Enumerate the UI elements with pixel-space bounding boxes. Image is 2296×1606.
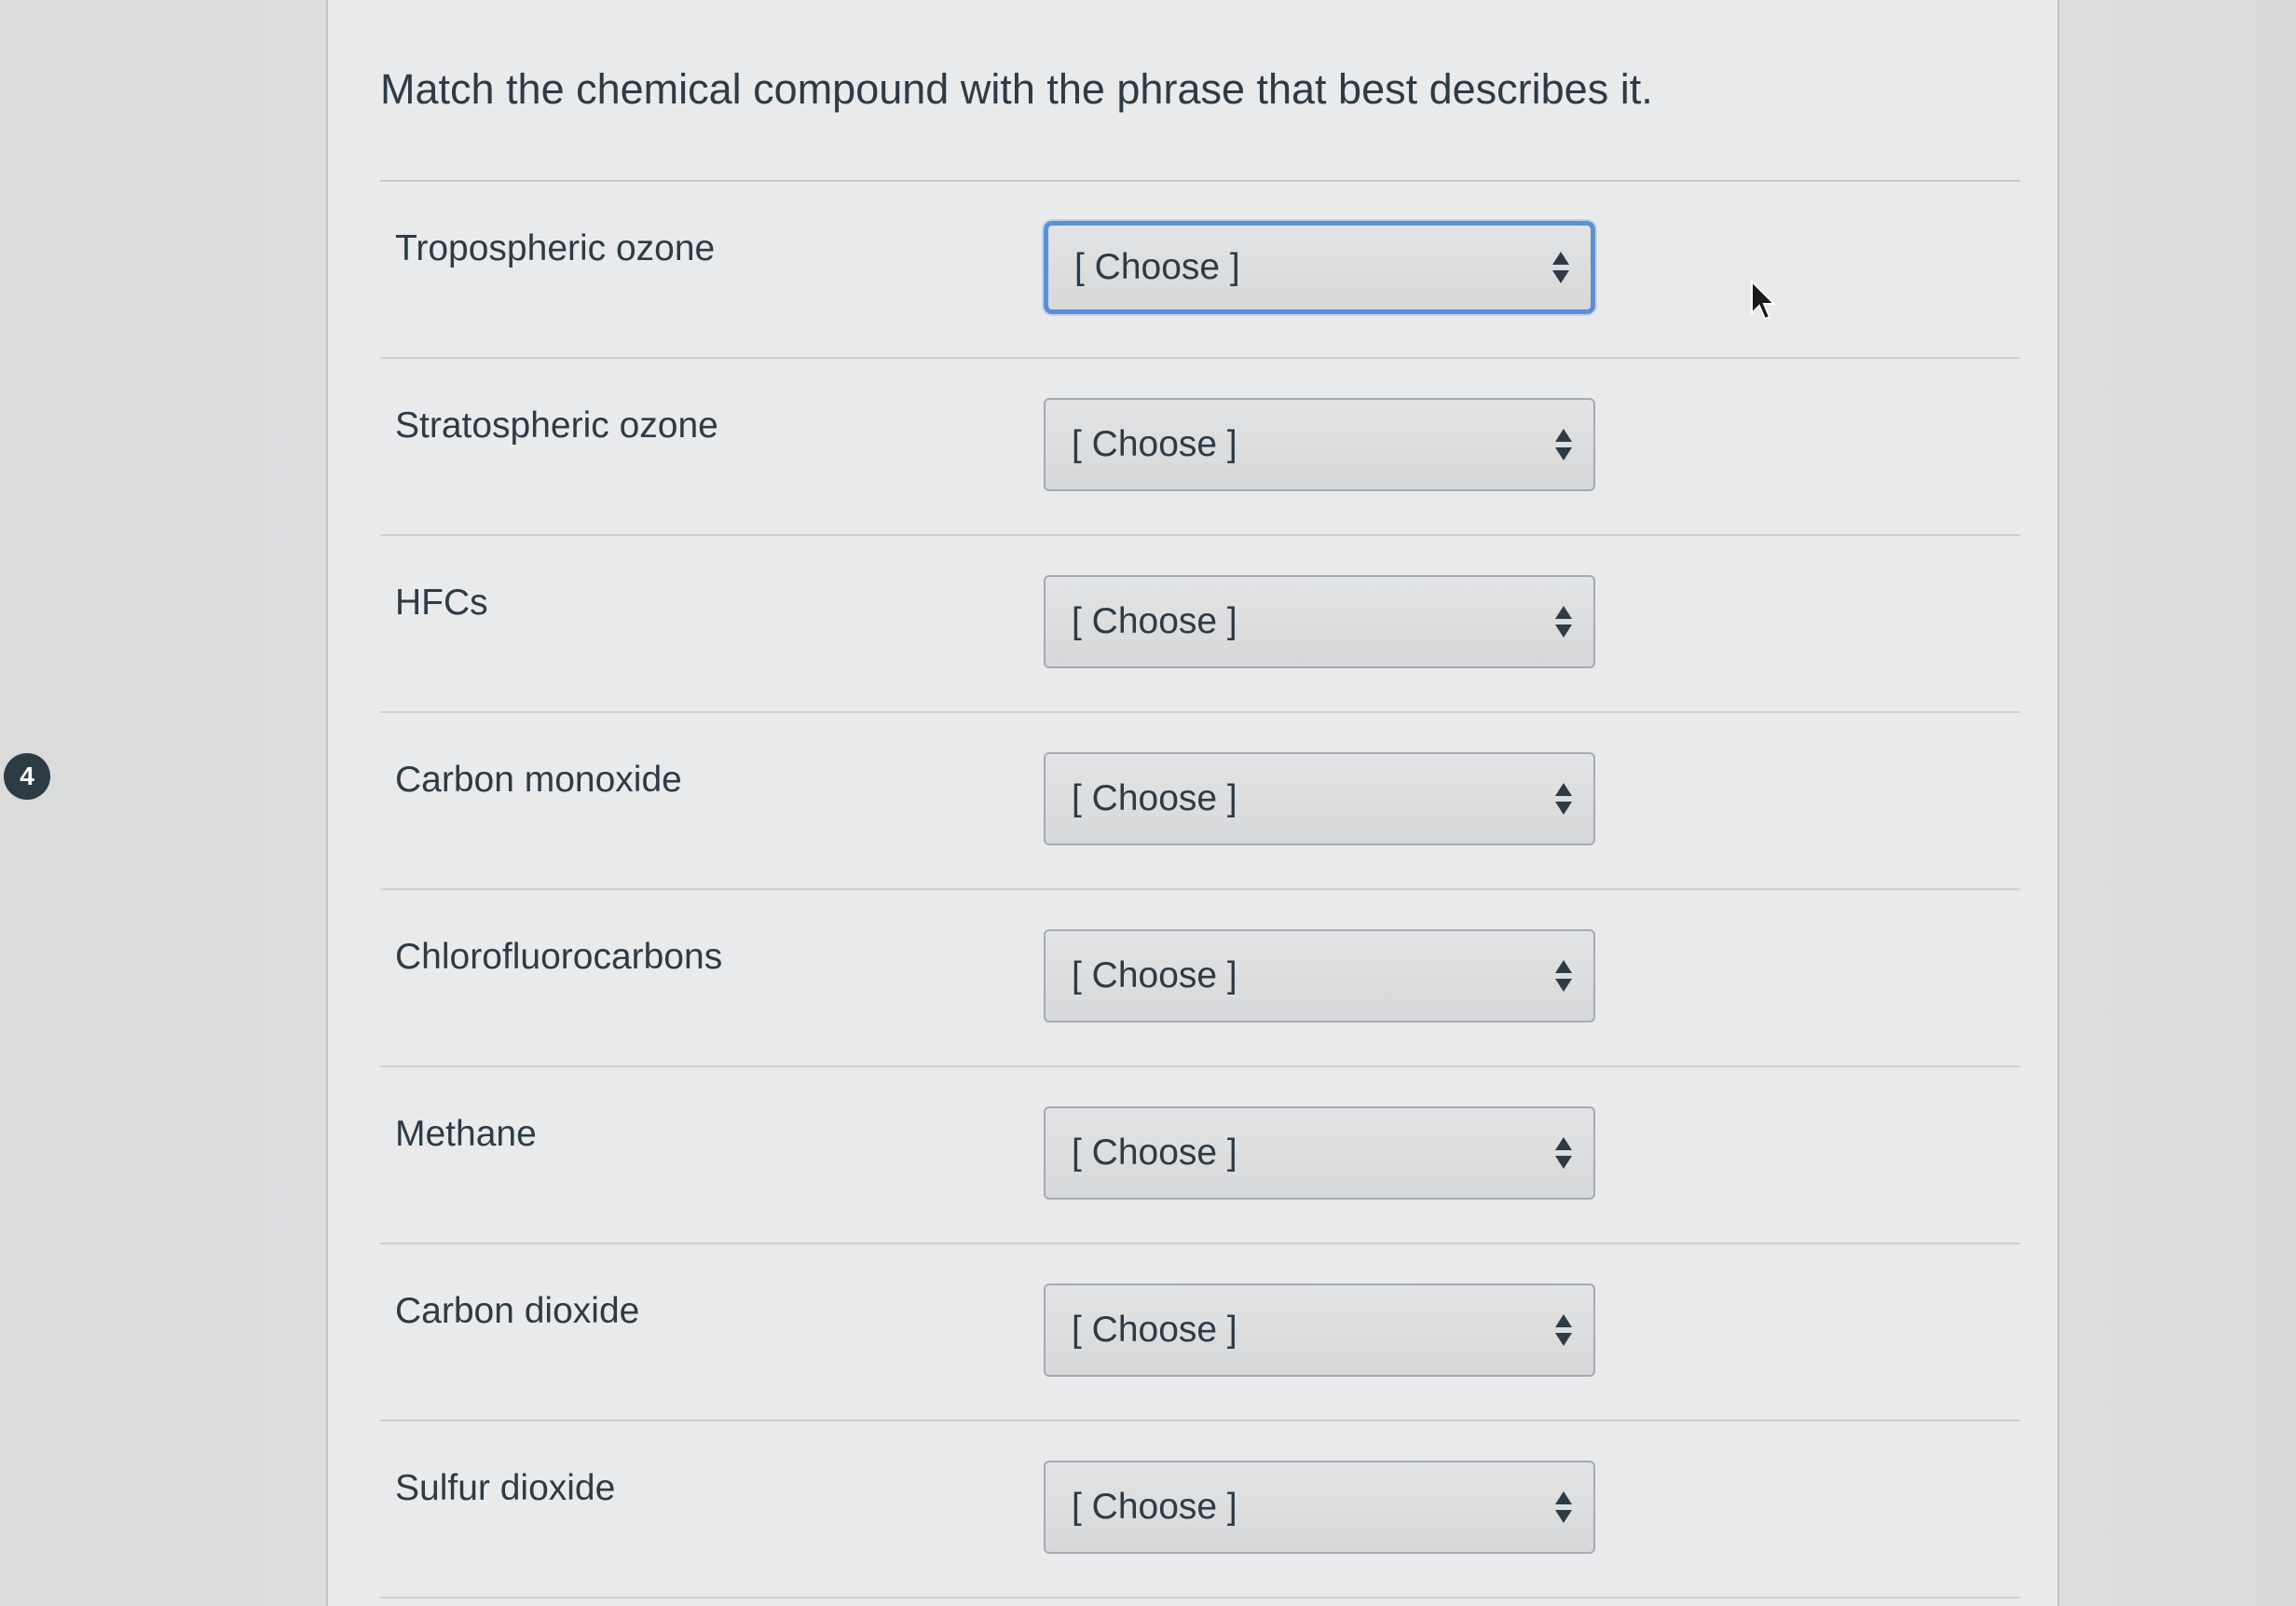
match-row: Methane [ Choose ] [380, 1067, 2020, 1244]
select-value: [ Choose ] [1072, 424, 1237, 464]
up-down-arrows-icon [1554, 604, 1573, 639]
answer-select[interactable]: [ Choose ] [1044, 575, 1595, 668]
up-down-arrows-icon [1554, 781, 1573, 817]
answer-select[interactable]: [ Choose ] [1044, 1283, 1595, 1377]
up-down-arrows-icon [1554, 1135, 1573, 1171]
answer-select[interactable]: [ Choose ] [1044, 752, 1595, 845]
compound-label: Sulfur dioxide [395, 1468, 616, 1508]
match-row: Carbon dioxide [ Choose ] [380, 1244, 2020, 1421]
compound-label: Carbon dioxide [395, 1291, 640, 1331]
match-row: Stratospheric ozone [ Choose ] [380, 359, 2020, 536]
up-down-arrows-icon [1554, 958, 1573, 994]
compound-label: HFCs [395, 583, 488, 623]
select-value: [ Choose ] [1072, 955, 1237, 995]
up-down-arrows-icon [1554, 427, 1573, 462]
match-row: HFCs [ Choose ] [380, 536, 2020, 713]
select-value: [ Choose ] [1072, 601, 1237, 641]
compound-label: Methane [395, 1114, 537, 1154]
select-value: [ Choose ] [1072, 1310, 1237, 1350]
answer-select[interactable]: [ Choose ] [1044, 221, 1595, 314]
compound-label: Carbon monoxide [395, 760, 682, 800]
question-prompt: Match the chemical compound with the phr… [380, 65, 1653, 113]
compound-label: Chlorofluorocarbons [395, 937, 723, 977]
answer-select[interactable]: [ Choose ] [1044, 1461, 1595, 1554]
up-down-arrows-icon [1554, 1312, 1573, 1348]
answer-select[interactable]: [ Choose ] [1044, 1106, 1595, 1200]
up-down-arrows-icon [1551, 250, 1570, 285]
compound-label: Tropospheric ozone [395, 228, 716, 268]
select-value: [ Choose ] [1072, 1487, 1237, 1527]
question-number-badge: 4 [4, 753, 50, 800]
match-list: Tropospheric ozone [ Choose ] Stratosphe… [380, 182, 2020, 1599]
select-value: [ Choose ] [1072, 778, 1237, 818]
select-value: [ Choose ] [1074, 247, 1240, 287]
match-row: Sulfur dioxide [ Choose ] [380, 1421, 2020, 1599]
answer-select[interactable]: [ Choose ] [1044, 929, 1595, 1023]
match-row: Chlorofluorocarbons [ Choose ] [380, 890, 2020, 1067]
answer-select[interactable]: [ Choose ] [1044, 398, 1595, 491]
mouse-cursor-icon [1750, 279, 1778, 323]
compound-label: Stratospheric ozone [395, 405, 718, 446]
match-row: Carbon monoxide [ Choose ] [380, 713, 2020, 890]
match-row: Tropospheric ozone [ Choose ] [380, 182, 2020, 359]
up-down-arrows-icon [1554, 1489, 1573, 1525]
select-value: [ Choose ] [1072, 1132, 1237, 1173]
question-card: Match the chemical compound with the phr… [326, 0, 2059, 1606]
